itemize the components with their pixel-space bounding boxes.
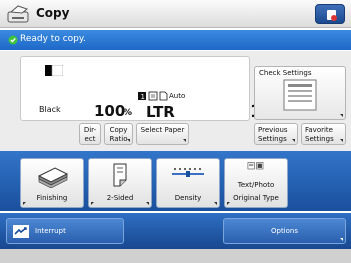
- interrupt-button[interactable]: Interrupt: [6, 218, 124, 244]
- two-sided-label: 2-Sided: [106, 194, 134, 202]
- document-preview-icon: [283, 79, 317, 111]
- direct-button[interactable]: Dir- ect: [79, 123, 101, 145]
- dropdown-indicator-icon: [127, 139, 130, 142]
- copy-ratio-unit: %: [123, 108, 133, 118]
- page-title: Copy: [36, 6, 70, 20]
- density-label: Density: [174, 194, 202, 202]
- status-bar: Ready to copy.: [0, 30, 351, 50]
- direct-label: Dir- ect: [83, 126, 97, 143]
- finishing-label: Finishing: [36, 194, 68, 202]
- options-button[interactable]: Options: [223, 218, 346, 244]
- check-circle-icon: [8, 35, 18, 45]
- dropdown-indicator-icon: [91, 202, 94, 205]
- dropdown-indicator-icon: [340, 139, 343, 142]
- check-settings-label: Check Settings: [259, 69, 312, 77]
- original-type-label: Original Type: [233, 194, 279, 202]
- copy-ratio-button[interactable]: Copy Ratio: [104, 123, 133, 145]
- bottom-bar: Interrupt Options: [0, 213, 351, 249]
- dropdown-indicator-icon: [292, 139, 295, 142]
- dropdown-indicator-icon: [227, 202, 230, 205]
- paper-auto-label: Auto: [169, 92, 186, 100]
- dropdown-indicator-icon: [183, 139, 186, 142]
- favorite-settings-label: Favorite Settings: [305, 126, 334, 143]
- original-type-icon: [247, 162, 264, 170]
- gear-icon: [327, 10, 337, 21]
- black-color-icon: [45, 65, 63, 76]
- copier-icon: [7, 5, 29, 23]
- check-settings-button[interactable]: Check Settings: [254, 66, 346, 120]
- title-bar: Copy: [0, 0, 351, 28]
- options-label: Options: [270, 227, 298, 235]
- interrupt-label: Interrupt: [35, 227, 66, 235]
- dropdown-indicator-icon: [340, 238, 343, 241]
- finishing-button[interactable]: Finishing: [20, 158, 84, 208]
- dropdown-indicator-icon: [146, 202, 149, 205]
- paper-tray-icon: 1: [138, 91, 168, 101]
- two-sided-icon: [113, 163, 127, 187]
- color-mode-label: Black: [39, 105, 61, 114]
- original-type-button[interactable]: Text/Photo Original Type: [224, 158, 288, 208]
- density-slider-icon: [172, 168, 204, 177]
- copy-ratio-value: 100: [94, 102, 126, 120]
- footer-strip: [0, 249, 351, 263]
- favorite-settings-button[interactable]: Favorite Settings: [301, 123, 346, 145]
- select-paper-button[interactable]: Select Paper: [136, 123, 189, 145]
- function-panel: Finishing 2-Sided Density Text/Photo Ori…: [0, 151, 351, 211]
- paper-size-value: LTR: [146, 103, 175, 121]
- previous-settings-button[interactable]: Previous Settings: [254, 123, 298, 145]
- status-text: Ready to copy.: [20, 34, 86, 44]
- two-sided-button[interactable]: 2-Sided: [88, 158, 152, 208]
- settings-button[interactable]: [315, 4, 345, 24]
- select-paper-label: Select Paper: [140, 126, 185, 134]
- svg-text:1: 1: [141, 93, 145, 101]
- finishing-icon: [37, 167, 69, 188]
- dropdown-indicator-icon: [340, 114, 343, 117]
- dropdown-indicator-icon: [23, 202, 26, 205]
- settings-summary: Black 100 % 1 Auto LTR 1: [20, 56, 262, 122]
- density-button[interactable]: Density: [156, 158, 220, 208]
- original-type-value: Text/Photo: [237, 181, 275, 189]
- dropdown-indicator-icon: [214, 202, 217, 205]
- interrupt-icon: [13, 225, 29, 238]
